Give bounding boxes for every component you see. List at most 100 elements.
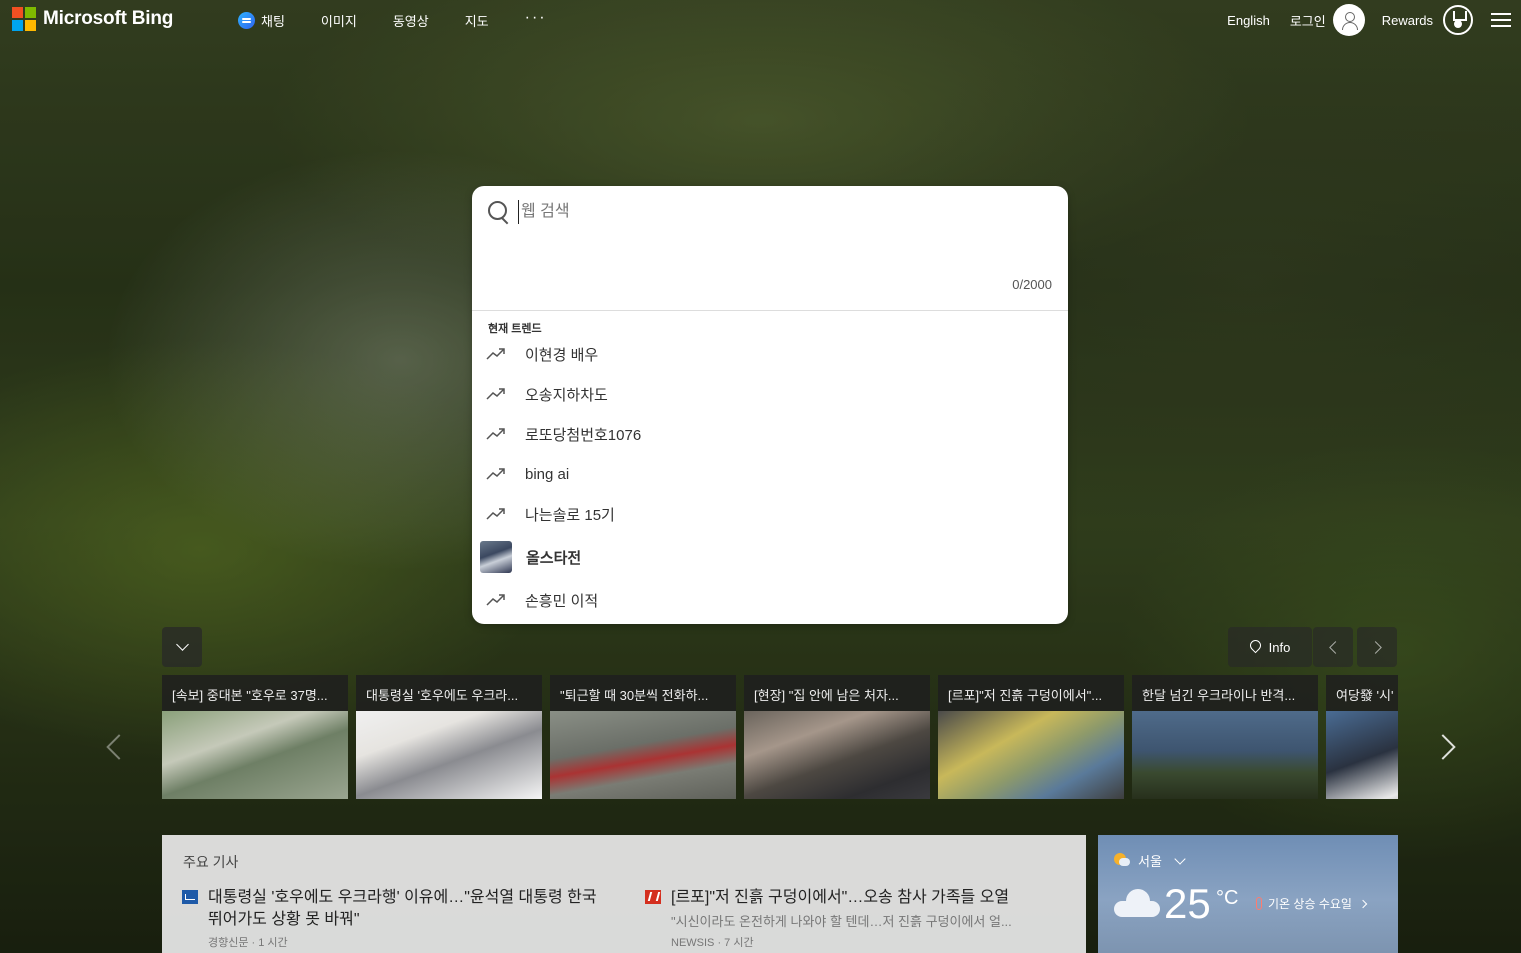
news-snippet: "시신이라도 온전하게 나와야 할 텐데…저 진흙 구덩이에서 얼... [671, 914, 1012, 929]
logo-text: Microsoft Bing [43, 8, 174, 29]
nav-videos-label: 동영상 [392, 14, 429, 29]
trend-item[interactable]: 나는솔로 15기 [472, 494, 1068, 534]
nav-images[interactable]: 이미지 [321, 11, 357, 30]
trend-item[interactable]: 로또당첨번호1076 [472, 414, 1068, 454]
trend-label: 올스타전 [526, 549, 582, 567]
rewards-medal-icon[interactable] [1443, 5, 1473, 35]
weather-alert-text: 기온 상승 수요일 [1268, 897, 1352, 911]
main-nav: 채팅 이미지 동영상 지도 ··· [238, 9, 583, 30]
card-title: 여당發 '시' [1336, 688, 1394, 703]
publisher-logo-icon [182, 890, 198, 904]
nav-images-label: 이미지 [320, 14, 357, 29]
weather-location: 서울 [1138, 854, 1162, 869]
trend-label: 이현경 배우 [525, 346, 599, 364]
top-stories-heading: 주요 기사 [183, 854, 239, 870]
nav-chat-label: 채팅 [261, 14, 285, 29]
card-image [1132, 711, 1318, 799]
language-toggle[interactable]: English [1227, 13, 1270, 28]
trending-list: 이현경 배우 오송지하차도 로또당첨번호1076 bing ai 나는솔로 15… [472, 334, 1068, 620]
microsoft-logo-icon [12, 7, 36, 31]
trend-label: 로또당첨번호1076 [525, 426, 642, 444]
carousel-prev-arrow-icon[interactable] [104, 732, 120, 762]
avatar-icon[interactable] [1332, 4, 1365, 36]
carousel-card[interactable]: 대통령실 '호우에도 우크라... [356, 675, 542, 799]
card-image [550, 711, 736, 799]
card-image [356, 711, 542, 799]
search-box: 0/2000 현재 트렌드 이현경 배우 오송지하차도 로또당첨번호1076 b… [472, 186, 1068, 624]
trend-item[interactable]: 오송지하차도 [472, 374, 1068, 414]
weather-temperature: 25 [1164, 880, 1211, 927]
nav-videos[interactable]: 동영상 [393, 11, 429, 30]
hamburger-menu-icon[interactable] [1491, 12, 1511, 28]
carousel-card[interactable]: [르포]"저 진흙 구덩이에서"... [938, 675, 1124, 799]
trending-up-icon [486, 347, 506, 361]
weather-panel[interactable]: 서울 25 °C 기온 상승 수요일 [1098, 835, 1398, 953]
carousel-card[interactable]: 여당發 '시' [1326, 675, 1398, 799]
partly-sunny-icon [1114, 852, 1130, 869]
carousel-card[interactable]: 한달 넘긴 우크라이나 반격... [1132, 675, 1318, 799]
carousel-card[interactable]: [속보] 중대본 "호우로 37명... [162, 675, 348, 799]
news-title: 대통령실 '호우에도 우크라행' 이유에…"윤석열 대통령 한국 뛰어가도 상황… [208, 889, 597, 928]
char-counter: 0/2000 [1012, 277, 1052, 292]
search-icon[interactable] [488, 201, 508, 221]
news-title: [르포]"저 진흙 구덩이에서"…오송 참사 가족들 오열 [671, 889, 1010, 906]
trend-label: bing ai [525, 465, 570, 483]
trend-label: 나는솔로 15기 [525, 506, 615, 524]
publisher-logo-icon [645, 890, 661, 904]
bing-logo[interactable]: Microsoft Bing [12, 7, 173, 31]
nav-maps-label: 지도 [464, 14, 489, 29]
trending-up-icon [486, 593, 506, 607]
trend-item[interactable]: 올스타전 [472, 534, 1068, 580]
trending-up-icon [486, 507, 506, 521]
trend-item[interactable]: 손흥민 이적 [472, 580, 1068, 620]
trend-item[interactable]: bing ai [472, 454, 1068, 494]
carousel-next-arrow-icon[interactable] [1436, 732, 1452, 762]
news-item[interactable]: [르포]"저 진흙 구덩이에서"…오송 참사 가족들 오열 "시신이라도 온전하… [645, 887, 1065, 950]
chevron-right-icon [1358, 899, 1368, 908]
previous-image-button[interactable] [1313, 627, 1353, 667]
nav-more-button[interactable]: ··· [525, 9, 547, 27]
card-title: 한달 넘긴 우크라이나 반격... [1142, 688, 1296, 703]
trending-up-icon [486, 467, 506, 481]
news-source: NEWSIS · 7 시간 [671, 937, 754, 949]
next-image-button[interactable] [1357, 627, 1397, 667]
login-link[interactable]: 로그인 [1290, 11, 1326, 30]
collapse-feed-button[interactable] [162, 627, 202, 667]
carousel-card[interactable]: [현장] "집 안에 남은 처자... [744, 675, 930, 799]
card-title: 대통령실 '호우에도 우크라... [366, 688, 519, 703]
cloud-icon [1114, 889, 1160, 917]
trend-label: 손흥민 이적 [525, 592, 599, 610]
info-label: Info [1268, 639, 1291, 655]
top-header: Microsoft Bing 채팅 이미지 동영상 지도 ··· English… [0, 0, 1521, 40]
nav-maps[interactable]: 지도 [465, 11, 489, 30]
weather-alert-link[interactable]: 기온 상승 수요일 [1256, 895, 1368, 912]
card-image [744, 711, 930, 799]
news-carousel: [속보] 중대본 "호우로 37명... 대통령실 '호우에도 우크라... "… [162, 675, 1398, 799]
trend-item[interactable]: 이현경 배우 [472, 334, 1068, 374]
more-icon: ··· [524, 8, 547, 26]
card-title: [르포]"저 진흙 구덩이에서"... [948, 688, 1103, 703]
rewards-link[interactable]: Rewards [1382, 13, 1433, 28]
nav-chat[interactable]: 채팅 [238, 11, 285, 30]
card-image [938, 711, 1124, 799]
card-image [162, 711, 348, 799]
trend-label: 오송지하차도 [525, 386, 608, 404]
weather-unit: °C [1216, 887, 1239, 909]
search-input[interactable] [518, 200, 1038, 224]
image-info-button[interactable]: Info [1228, 627, 1312, 667]
weather-location-selector[interactable]: 서울 [1114, 851, 1186, 870]
card-image [1326, 711, 1398, 799]
carousel-card[interactable]: "퇴근할 때 30분씩 전화하... [550, 675, 736, 799]
search-divider [472, 310, 1068, 311]
trending-up-icon [486, 427, 506, 441]
header-right: English 로그인 Rewards [1227, 4, 1521, 36]
trending-up-icon [486, 387, 506, 401]
card-title: "퇴근할 때 30분씩 전화하... [560, 688, 709, 703]
chat-icon [238, 12, 255, 29]
card-title: [현장] "집 안에 남은 처자... [754, 688, 899, 703]
card-title: [속보] 중대본 "호우로 37명... [172, 688, 328, 703]
location-pin-icon [1250, 640, 1261, 654]
news-item[interactable]: 대통령실 '호우에도 우크라행' 이유에…"윤석열 대통령 한국 뛰어가도 상황… [182, 887, 602, 950]
top-stories-panel: 주요 기사 대통령실 '호우에도 우크라행' 이유에…"윤석열 대통령 한국 뛰… [162, 835, 1086, 953]
trend-thumbnail [480, 541, 512, 573]
